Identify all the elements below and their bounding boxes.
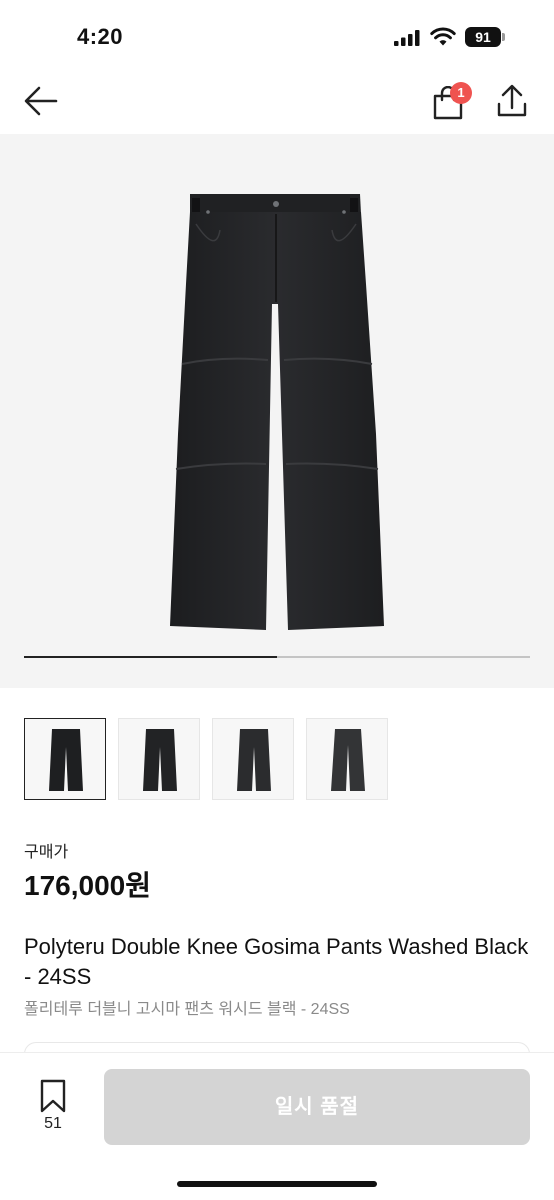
- home-indicator: [177, 1181, 377, 1187]
- product-title: Polyteru Double Knee Gosima Pants Washed…: [24, 934, 529, 989]
- product-subtitle: 폴리테루 더블니 고시마 팬츠 워시드 블랙 - 24SS: [24, 1001, 350, 1018]
- sold-out-button[interactable]: 일시 품절: [104, 1069, 530, 1145]
- battery-icon: 91: [465, 27, 505, 47]
- thumbnail-3[interactable]: [212, 718, 294, 800]
- arrow-left-icon[interactable]: [22, 84, 60, 118]
- wishlist-count: 51: [44, 1115, 62, 1132]
- status-time: 4:20: [77, 24, 124, 49]
- cart-button[interactable]: 1: [430, 82, 476, 122]
- thumbnail-2[interactable]: [118, 718, 200, 800]
- price: 176,000원: [24, 870, 151, 901]
- thumbnail-strip: [24, 718, 388, 800]
- price-label: 구매가: [24, 844, 69, 861]
- wifi-icon: [430, 27, 456, 46]
- product-image-carousel[interactable]: [0, 134, 554, 688]
- cart-badge: 1: [450, 82, 472, 104]
- wishlist-button[interactable]: 51: [32, 1079, 74, 1139]
- thumbnail-1[interactable]: [24, 718, 106, 800]
- thumbnail-4[interactable]: [306, 718, 388, 800]
- bookmark-icon: [40, 1079, 66, 1113]
- carousel-progress: [24, 656, 530, 658]
- bottom-action-bar: 51 일시 품절: [0, 1052, 554, 1200]
- battery-level: 91: [465, 27, 501, 47]
- status-bar: 4:20 91: [0, 0, 554, 70]
- carousel-progress-fill: [24, 656, 277, 658]
- share-icon[interactable]: [494, 82, 530, 120]
- nav-bar: 1: [0, 70, 554, 134]
- product-image: [170, 194, 384, 630]
- cellular-signal-icon: [394, 30, 420, 46]
